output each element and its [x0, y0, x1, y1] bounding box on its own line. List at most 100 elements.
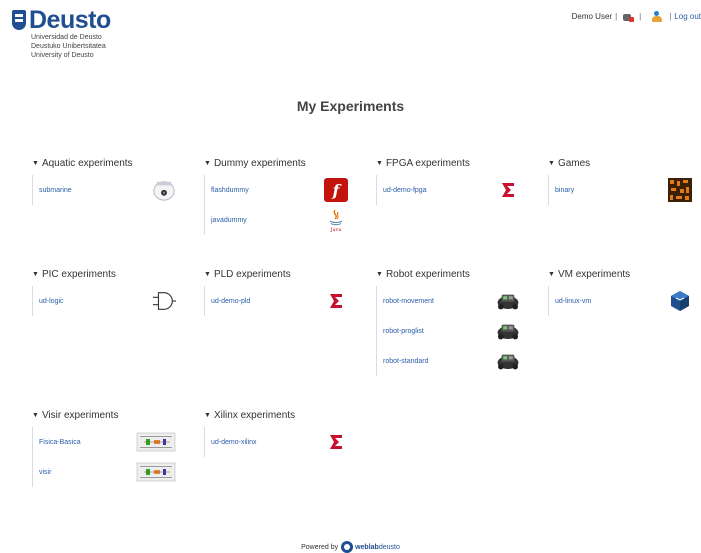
experiment-item[interactable]: binary	[555, 175, 698, 205]
separator: |	[615, 12, 618, 21]
footer: Powered by weblab deusto	[0, 541, 701, 553]
experiment-link[interactable]: javadummy	[211, 217, 247, 224]
experiment-item[interactable]: submarine	[39, 175, 182, 205]
java-icon[interactable]: Java	[324, 208, 348, 232]
xilinx-icon[interactable]	[496, 178, 520, 202]
weblab-brand-light: deusto	[378, 543, 400, 551]
experiment-link[interactable]: ud-demo-xilinx	[211, 439, 257, 446]
experiment-link[interactable]: ud-linux-vm	[555, 298, 591, 305]
category-title: PIC experiments	[41, 269, 116, 280]
separator: |	[669, 12, 672, 21]
logo-subtitle-en: University of Deusto	[31, 52, 94, 59]
experiment-item[interactable]: ud-demo-xilinx	[211, 427, 354, 457]
university-logo[interactable]: Deusto Universidad de Deusto Deustuko Un…	[12, 7, 142, 60]
powered-by-label: Powered by	[301, 543, 339, 551]
experiment-link[interactable]: flashdummy	[211, 187, 249, 194]
user-bar: Demo User | | | Log out	[572, 11, 701, 22]
collapse-triangle-icon[interactable]: ▼	[204, 271, 211, 278]
experiment-link[interactable]: ud-demo-pld	[211, 298, 250, 305]
experiment-item[interactable]: ud-demo-pld	[211, 286, 354, 316]
experiment-link[interactable]: robot-movement	[383, 298, 434, 305]
weblab-logo[interactable]: weblab deusto	[341, 541, 400, 553]
category-visir: ▼ Visir experiments Fisica-Basica visir	[32, 409, 182, 487]
category-header[interactable]: ▼ PIC experiments	[32, 268, 182, 281]
username-label: Demo User	[571, 12, 613, 21]
logo-subtitle-es: Universidad de Deusto	[31, 34, 102, 41]
category-vm: ▼ VM experiments ud-linux-vm	[548, 268, 698, 316]
collapse-triangle-icon[interactable]: ▼	[548, 160, 555, 167]
experiment-link[interactable]: Fisica-Basica	[39, 439, 81, 446]
experiment-link[interactable]: ud-logic	[39, 298, 64, 305]
collapse-triangle-icon[interactable]: ▼	[32, 271, 39, 278]
experiment-link[interactable]: robot-standard	[383, 358, 429, 365]
category-header[interactable]: ▼ Robot experiments	[376, 268, 526, 281]
category-header[interactable]: ▼ VM experiments	[548, 268, 698, 281]
category-header[interactable]: ▼ Dummy experiments	[204, 157, 354, 170]
svg-text:Java: Java	[330, 227, 342, 232]
experiment-link[interactable]: binary	[555, 187, 574, 194]
experiment-link[interactable]: submarine	[39, 187, 72, 194]
experiment-item[interactable]: ud-linux-vm	[555, 286, 698, 316]
collapse-triangle-icon[interactable]: ▼	[548, 271, 555, 278]
robot-icon[interactable]	[496, 349, 520, 373]
category-header[interactable]: ▼ Aquatic experiments	[32, 157, 182, 170]
virtualbox-icon[interactable]	[668, 289, 692, 313]
category-header[interactable]: ▼ PLD experiments	[204, 268, 354, 281]
experiment-link[interactable]: visir	[39, 469, 51, 476]
category-title: Robot experiments	[385, 269, 470, 280]
category-title: Visir experiments	[41, 410, 119, 421]
robot-icon[interactable]	[496, 319, 520, 343]
experiment-item[interactable]: robot-standard	[383, 346, 526, 376]
collapse-triangle-icon[interactable]: ▼	[204, 160, 211, 167]
experiment-item[interactable]: flashdummy f	[211, 175, 354, 205]
breadboard-icon[interactable]	[136, 460, 176, 484]
category-title: VM experiments	[557, 269, 631, 280]
experiment-item[interactable]: ud-logic	[39, 286, 182, 316]
collapse-triangle-icon[interactable]: ▼	[204, 412, 211, 419]
collapse-triangle-icon[interactable]: ▼	[376, 160, 383, 167]
flash-icon[interactable]: f	[324, 178, 348, 202]
collapse-triangle-icon[interactable]: ▼	[32, 412, 39, 419]
xilinx-icon[interactable]	[324, 289, 348, 313]
logo-subtitle-eu: Deustuko Unibertsitatea	[31, 43, 106, 50]
and-gate-icon[interactable]	[152, 289, 176, 313]
logout-link[interactable]: Log out	[674, 12, 701, 21]
category-dummy: ▼ Dummy experiments flashdummy f javadumm…	[204, 157, 354, 235]
binary-game-icon[interactable]	[668, 178, 692, 202]
experiment-item[interactable]: ud-demo-fpga	[383, 175, 526, 205]
experiment-item[interactable]: javadummy Java	[211, 205, 354, 235]
admin-icon[interactable]	[622, 11, 635, 22]
category-header[interactable]: ▼ FPGA experiments	[376, 157, 526, 170]
category-title: Games	[557, 158, 591, 169]
experiment-item[interactable]: robot-movement	[383, 286, 526, 316]
category-fpga: ▼ FPGA experiments ud-demo-fpga	[376, 157, 526, 205]
category-title: Aquatic experiments	[41, 158, 133, 169]
xilinx-icon[interactable]	[324, 430, 348, 454]
page-title: My Experiments	[296, 98, 405, 114]
category-xilinx: ▼ Xilinx experiments ud-demo-xilinx	[204, 409, 354, 457]
category-games: ▼ Games binary	[548, 157, 698, 205]
collapse-triangle-icon[interactable]: ▼	[32, 160, 39, 167]
category-header[interactable]: ▼ Games	[548, 157, 698, 170]
experiment-link[interactable]: robot-proglist	[383, 328, 424, 335]
category-header[interactable]: ▼ Visir experiments	[32, 409, 182, 422]
category-aquatic: ▼ Aquatic experiments submarine	[32, 157, 182, 205]
experiment-item[interactable]: visir	[39, 457, 182, 487]
breadboard-icon[interactable]	[136, 430, 176, 454]
category-pld: ▼ PLD experiments ud-demo-pld	[204, 268, 354, 316]
category-title: PLD experiments	[213, 269, 291, 280]
category-title: Xilinx experiments	[213, 410, 296, 421]
category-header[interactable]: ▼ Xilinx experiments	[204, 409, 354, 422]
deusto-shield-icon	[12, 10, 26, 30]
webcam-icon[interactable]	[152, 178, 176, 202]
robot-icon[interactable]	[496, 289, 520, 313]
weblab-brand-bold: weblab	[355, 543, 379, 551]
category-title: Dummy experiments	[213, 158, 306, 169]
experiment-item[interactable]: robot-proglist	[383, 316, 526, 346]
logo-wordmark: Deusto	[29, 6, 111, 34]
experiment-link[interactable]: ud-demo-fpga	[383, 187, 427, 194]
collapse-triangle-icon[interactable]: ▼	[376, 271, 383, 278]
experiment-item[interactable]: Fisica-Basica	[39, 427, 182, 457]
category-robot: ▼ Robot experiments robot-movement robot-…	[376, 268, 526, 376]
profile-icon[interactable]	[652, 11, 664, 22]
